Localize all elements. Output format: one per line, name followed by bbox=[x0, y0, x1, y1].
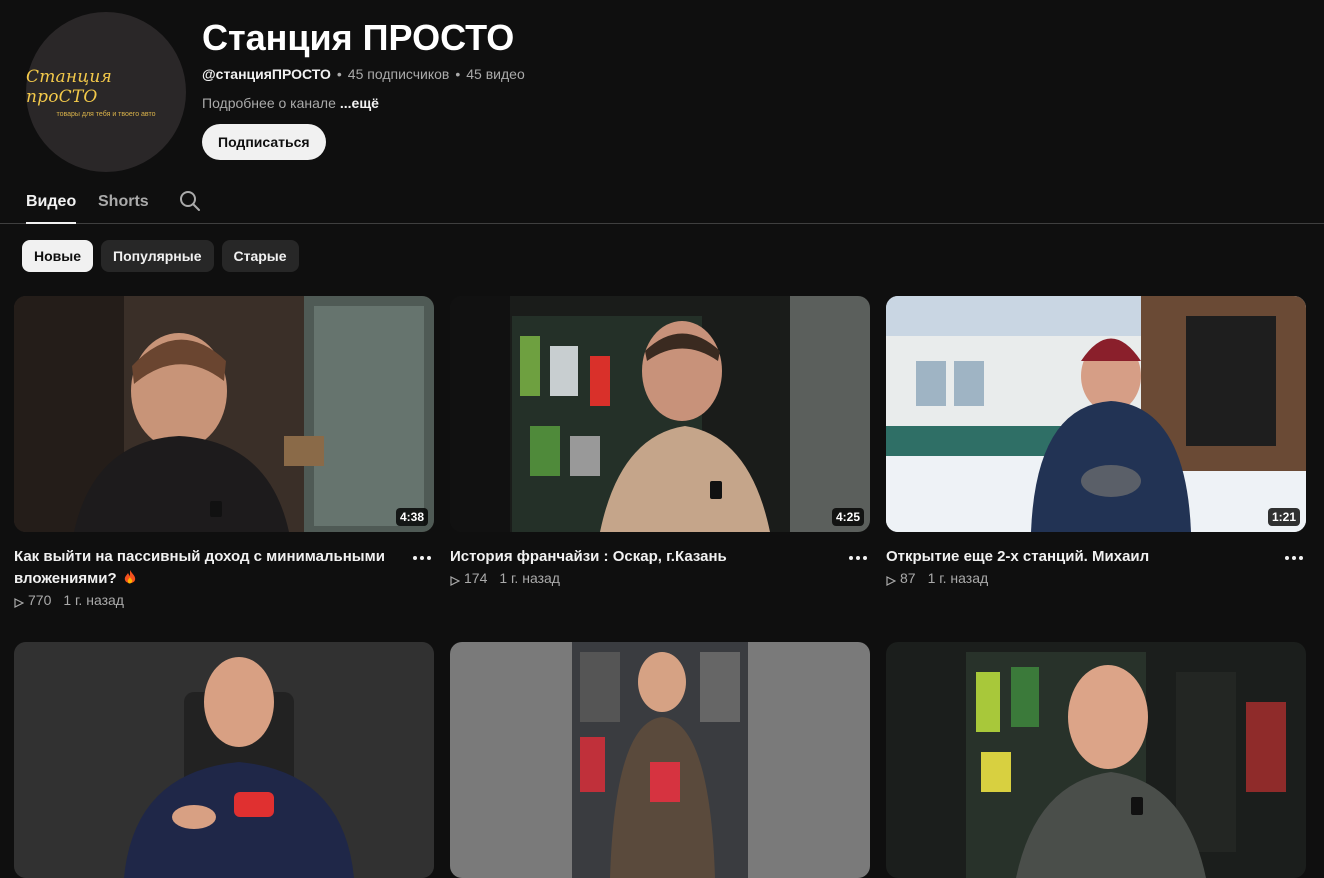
video-title-text: История франчайзи : Оскар, г.Казань bbox=[450, 548, 727, 565]
avatar-logo-title: Станция проСТО bbox=[26, 66, 112, 107]
channel-meta: @станцияПРОСТО • 45 подписчиков • 45 вид… bbox=[202, 66, 525, 82]
subscribe-button[interactable]: Подписаться bbox=[202, 124, 326, 160]
video-duration: 4:38 bbox=[395, 508, 428, 526]
channel-description-text: Подробнее о канале bbox=[202, 95, 336, 111]
sort-chips: Новые Популярные Старые bbox=[22, 240, 299, 272]
video-title-text: Как выйти на пассивный доход с минимальн… bbox=[14, 548, 385, 587]
channel-info: Станция ПРОСТО @станцияПРОСТО • 45 подпи… bbox=[202, 14, 525, 160]
video-age: 1 г. назад bbox=[499, 570, 560, 586]
thumbnail-image bbox=[886, 296, 1306, 532]
more-vert-icon[interactable] bbox=[1282, 546, 1306, 570]
more-vert-icon[interactable] bbox=[846, 546, 870, 570]
video-title[interactable]: История франчайзи : Оскар, г.Казань bbox=[450, 546, 840, 568]
channel-handle: @станцияПРОСТО bbox=[202, 66, 331, 82]
channel-tabs: Видео Shorts bbox=[0, 180, 1324, 224]
video-meta: 87 1 г. назад bbox=[886, 570, 1306, 586]
play-icon bbox=[886, 573, 897, 586]
video-meta: 174 1 г. назад bbox=[450, 570, 870, 586]
chip-popular[interactable]: Популярные bbox=[101, 240, 214, 272]
chip-oldest[interactable]: Старые bbox=[221, 240, 299, 272]
play-icon bbox=[14, 595, 25, 608]
video-age: 1 г. назад bbox=[63, 592, 124, 608]
video-thumbnail[interactable]: 1:21 bbox=[886, 296, 1306, 532]
tab-shorts[interactable]: Shorts bbox=[98, 180, 149, 223]
video-meta: 770 1 г. назад bbox=[14, 592, 434, 608]
thumbnail-image bbox=[14, 296, 434, 532]
video-thumbnail[interactable]: 4:25 bbox=[450, 296, 870, 532]
subscriber-count: 45 подписчиков bbox=[347, 66, 450, 82]
view-count: 87 bbox=[900, 570, 916, 586]
video-thumbnail[interactable] bbox=[450, 642, 870, 878]
play-icon bbox=[450, 573, 461, 586]
view-count: 770 bbox=[28, 592, 52, 608]
video-title[interactable]: Как выйти на пассивный доход с минимальн… bbox=[14, 546, 404, 590]
video-title[interactable]: Открытие еще 2-х станций. Михаил bbox=[886, 546, 1276, 568]
search-icon[interactable] bbox=[178, 189, 202, 213]
tab-videos[interactable]: Видео bbox=[26, 180, 77, 224]
video-card[interactable] bbox=[886, 642, 1306, 878]
video-age: 1 г. назад bbox=[927, 570, 989, 586]
thumbnail-image bbox=[14, 642, 434, 878]
channel-header: Станция проСТО товары для тебя и твоего … bbox=[0, 0, 1324, 180]
video-title-text: Открытие еще 2-х станций. Михаил bbox=[886, 548, 1150, 565]
video-card[interactable]: 1:21 Открытие еще 2-х станций. Михаил 87… bbox=[886, 296, 1306, 586]
thumbnail-image bbox=[450, 642, 870, 878]
channel-avatar[interactable]: Станция проСТО товары для тебя и твоего … bbox=[26, 12, 186, 172]
video-count: 45 видео bbox=[466, 66, 525, 82]
meta-separator: • bbox=[336, 66, 342, 82]
view-count: 174 bbox=[464, 570, 488, 586]
more-link[interactable]: ...ещё bbox=[340, 95, 379, 111]
video-card[interactable] bbox=[14, 642, 434, 878]
video-duration: 4:25 bbox=[831, 508, 864, 526]
chip-newest[interactable]: Новые bbox=[22, 240, 94, 272]
thumbnail-image bbox=[886, 642, 1306, 878]
video-thumbnail[interactable] bbox=[886, 642, 1306, 878]
meta-separator: • bbox=[455, 66, 461, 82]
avatar-logo-subtitle: товары для тебя и твоего авто bbox=[56, 110, 156, 118]
video-duration: 1:21 bbox=[1267, 508, 1300, 526]
thumbnail-image bbox=[450, 296, 870, 532]
video-thumbnail[interactable] bbox=[14, 642, 434, 878]
channel-description[interactable]: Подробнее о канале ...ещё bbox=[202, 95, 525, 111]
more-vert-icon[interactable] bbox=[410, 546, 434, 570]
video-card[interactable]: 4:38 Как выйти на пассивный доход с мини… bbox=[14, 296, 434, 608]
channel-title: Станция ПРОСТО bbox=[202, 17, 515, 58]
video-card[interactable] bbox=[450, 642, 870, 878]
video-thumbnail[interactable]: 4:38 bbox=[14, 296, 434, 532]
fire-icon bbox=[124, 570, 136, 585]
video-card[interactable]: 4:25 История франчайзи : Оскар, г.Казань… bbox=[450, 296, 870, 586]
